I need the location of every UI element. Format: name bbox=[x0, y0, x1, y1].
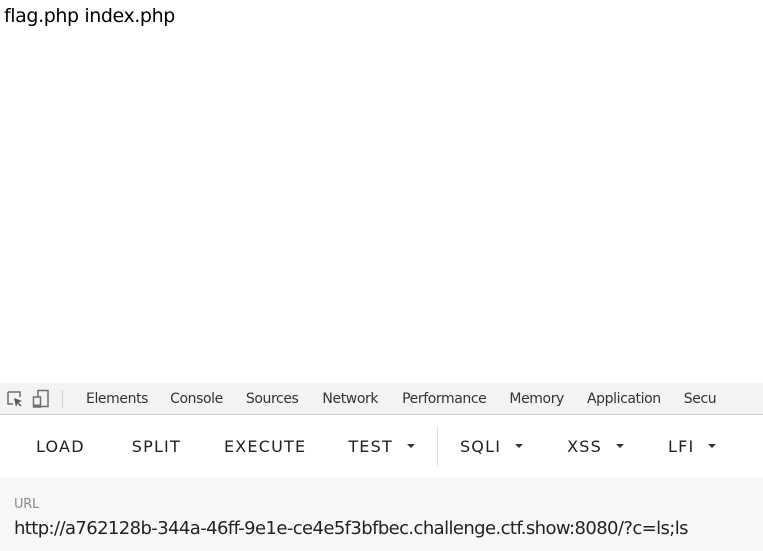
page-content-text: flag.php index.php bbox=[4, 5, 175, 27]
tab-performance[interactable]: Performance bbox=[402, 391, 500, 407]
test-dropdown-button[interactable]: TEST bbox=[348, 437, 415, 456]
load-button[interactable]: LOAD bbox=[36, 437, 85, 456]
url-field-label: URL bbox=[14, 497, 39, 512]
hackbar-divider bbox=[436, 426, 438, 466]
device-toggle-icon[interactable] bbox=[30, 388, 52, 410]
tab-console[interactable]: Console bbox=[170, 391, 237, 407]
lfi-button-label: LFI bbox=[668, 436, 695, 456]
load-button-label: LOAD bbox=[36, 436, 85, 456]
tab-application[interactable]: Application bbox=[587, 391, 675, 407]
inspect-element-icon[interactable] bbox=[4, 388, 26, 410]
tab-sources[interactable]: Sources bbox=[246, 391, 313, 407]
page-viewport: flag.php index.php bbox=[0, 0, 763, 383]
hackbar-toolbar: LOAD SPLIT EXECUTE TEST SQLI XSS LFI bbox=[0, 415, 763, 477]
test-button-label: TEST bbox=[348, 436, 393, 456]
toolbar-divider bbox=[62, 389, 63, 408]
tab-elements[interactable]: Elements bbox=[86, 391, 162, 407]
tab-network[interactable]: Network bbox=[322, 391, 392, 407]
split-button[interactable]: SPLIT bbox=[132, 437, 181, 456]
tab-security[interactable]: Secu bbox=[684, 391, 730, 407]
devtools-tab-bar: Elements Console Sources Network Perform… bbox=[0, 383, 763, 415]
tab-memory[interactable]: Memory bbox=[509, 391, 578, 407]
execute-button-label: EXECUTE bbox=[223, 436, 307, 456]
xss-button-label: XSS bbox=[567, 436, 602, 456]
url-input[interactable] bbox=[14, 518, 763, 539]
caret-down-icon bbox=[406, 444, 415, 448]
xss-dropdown-button[interactable]: XSS bbox=[567, 437, 624, 456]
sqli-button-label: SQLI bbox=[459, 436, 502, 456]
caret-down-icon bbox=[616, 444, 624, 448]
sqli-dropdown-button[interactable]: SQLI bbox=[459, 436, 524, 456]
split-button-label: SPLIT bbox=[131, 436, 181, 456]
lfi-dropdown-button[interactable]: LFI bbox=[668, 436, 717, 456]
caret-down-icon bbox=[708, 444, 717, 448]
url-panel: URL bbox=[0, 477, 763, 551]
caret-down-icon bbox=[515, 444, 524, 448]
execute-button[interactable]: EXECUTE bbox=[224, 437, 306, 456]
